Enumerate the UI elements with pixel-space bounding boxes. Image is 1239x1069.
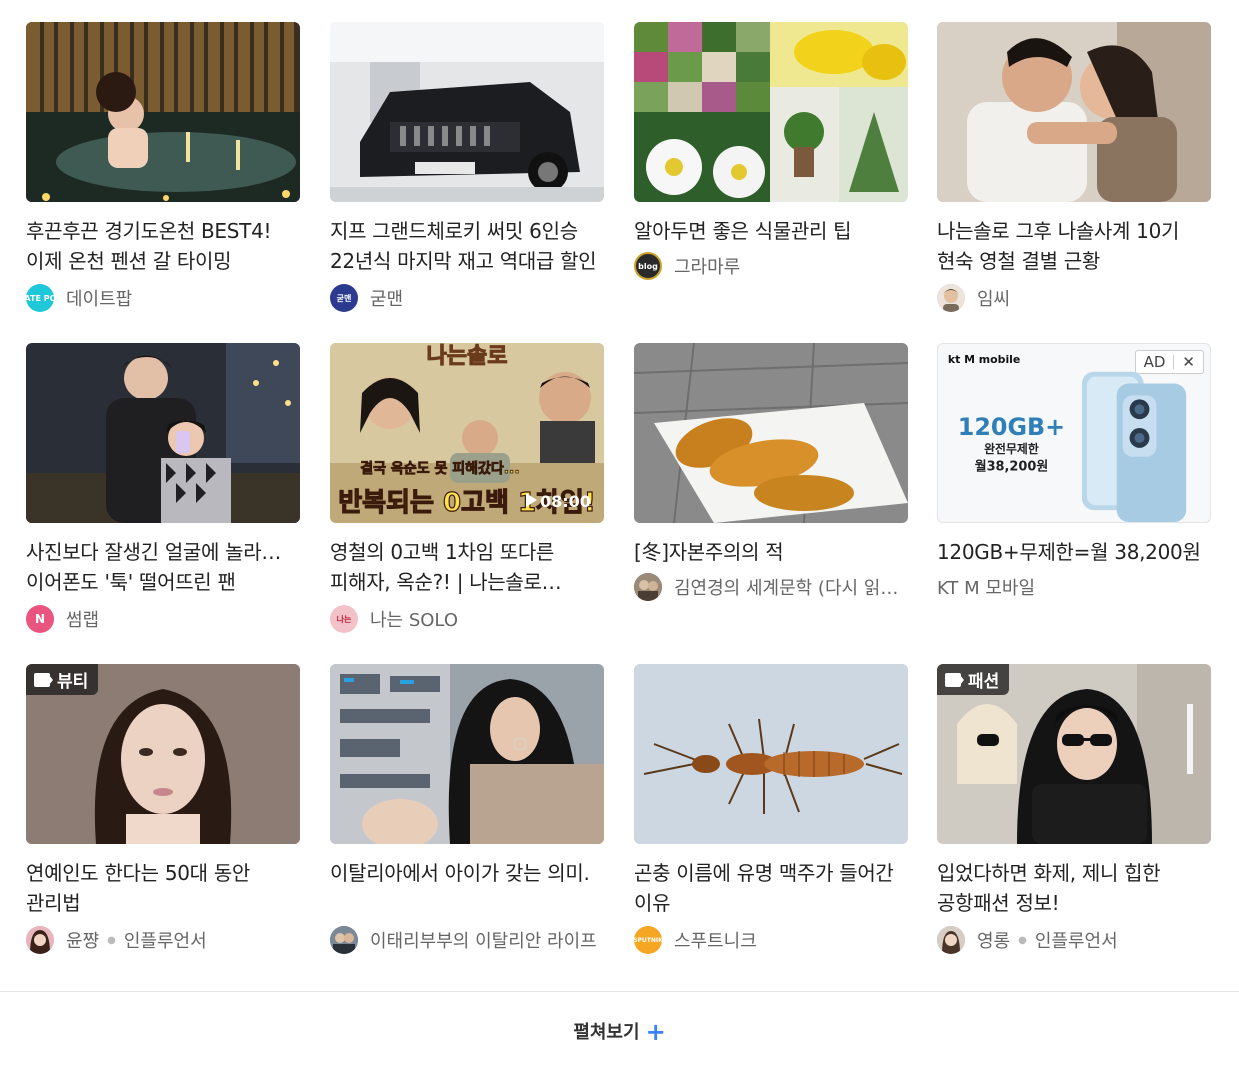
- source-avatar: blog: [634, 252, 662, 280]
- source-avatar: DATE POP: [26, 284, 54, 312]
- card-title[interactable]: 후끈후끈 경기도온천 BEST4! 이제 온천 펜션 갈 타이밍: [26, 216, 300, 276]
- thumbnail-image[interactable]: [634, 22, 908, 202]
- source-name[interactable]: 윤쨩: [66, 927, 99, 953]
- source-name[interactable]: 데이트팝: [66, 285, 132, 311]
- card-title[interactable]: [冬]자본주의의 적: [634, 537, 908, 567]
- source-name[interactable]: 김연경의 세계문학 (다시 읽는 고전): [674, 574, 908, 600]
- thumbnail-image[interactable]: [26, 22, 300, 202]
- category-badge: 패션: [937, 664, 1010, 695]
- content-card[interactable]: 패션 입었다하면 화제, 제니 힙한 공항패션 정보! 영롱 ● 인플루언서: [937, 664, 1211, 954]
- card-source[interactable]: 임씨: [937, 284, 1211, 312]
- thumbnail-image[interactable]: [26, 343, 300, 523]
- card-title[interactable]: 120GB+무제한=월 38,200원: [937, 537, 1211, 567]
- source-avatar: SPUTNIK: [634, 926, 662, 954]
- content-card[interactable]: 나는솔로 그후 나솔사계 10기 현숙 영철 결별 근황 임씨: [937, 22, 1211, 312]
- expand-more-label[interactable]: 펼쳐보기: [573, 1022, 639, 1043]
- card-title[interactable]: 사진보다 잘생긴 얼굴에 놀라… 이어폰도 '툭' 떨어뜨린 팬: [26, 537, 300, 597]
- source-name[interactable]: 나는 SOLO: [370, 606, 458, 632]
- content-card[interactable]: 후끈후끈 경기도온천 BEST4! 이제 온천 펜션 갈 타이밍 DATE PO…: [26, 22, 300, 312]
- source-avatar: [330, 926, 358, 954]
- thumbnail-image[interactable]: [330, 22, 604, 202]
- card-source[interactable]: 윤쨩 ● 인플루언서: [26, 926, 300, 954]
- thumbnail-image[interactable]: [634, 343, 908, 523]
- expand-more-button[interactable]: 펼쳐보기 +: [0, 1018, 1239, 1046]
- thumbnail-overlay-mid: 결국 옥순도 못 피해갔다...: [360, 460, 519, 477]
- source-name[interactable]: 임씨: [977, 285, 1010, 311]
- source-avatar: [937, 926, 965, 954]
- thumbnail-image[interactable]: 나는솔로 결국 옥순도 못 피해갔다... 반복되는 0고백 1차임! 08:0…: [330, 343, 604, 523]
- video-icon: [945, 672, 964, 687]
- video-duration: 08:00: [540, 492, 591, 511]
- ad-subline: 완전무제한: [984, 442, 1039, 456]
- thumbnail-overlay-top: 나는솔로: [427, 344, 508, 369]
- source-avatar: [937, 284, 965, 312]
- card-source[interactable]: SPUTNIK 스푸트니크: [634, 926, 908, 954]
- content-card[interactable]: 곤충 이름에 유명 맥주가 들어간 이유 SPUTNIK 스푸트니크: [634, 664, 908, 954]
- card-source[interactable]: 영롱 ● 인플루언서: [937, 926, 1211, 954]
- content-card[interactable]: [冬]자본주의의 적 김연경의 세계문학 (다시 읽는 고전): [634, 343, 908, 601]
- category-badge: 뷰티: [26, 664, 99, 695]
- ad-brand-logo: kt M mobile: [948, 353, 1020, 366]
- card-source[interactable]: DATE POP 데이트팝: [26, 284, 300, 312]
- section-divider: [0, 991, 1239, 992]
- card-title[interactable]: 입었다하면 화제, 제니 힙한 공항패션 정보!: [937, 858, 1211, 918]
- source-tag: 인플루언서: [1034, 931, 1118, 952]
- card-title[interactable]: 곤충 이름에 유명 맥주가 들어간 이유: [634, 858, 908, 918]
- source-name[interactable]: 그라마루: [674, 253, 740, 279]
- source-avatar: [26, 926, 54, 954]
- card-source[interactable]: blog 그라마루: [634, 252, 908, 280]
- close-icon[interactable]: ✕: [1174, 353, 1203, 371]
- content-card[interactable]: 알아두면 좋은 식물관리 팁 blog 그라마루: [634, 22, 908, 280]
- source-avatar: 나는: [330, 605, 358, 633]
- thumbnail-image[interactable]: 뷰티: [26, 664, 300, 844]
- ad-headline: 120GB+: [958, 413, 1065, 441]
- source-name[interactable]: 썸랩: [66, 606, 99, 632]
- source-tag: 인플루언서: [123, 931, 207, 952]
- card-title[interactable]: 지프 그랜드체로키 써밋 6인승 22년식 마지막 재고 역대급 할인: [330, 216, 604, 276]
- source-name[interactable]: 이태리부부의 이탈리안 라이프: [370, 927, 597, 953]
- plus-icon[interactable]: +: [646, 1018, 666, 1046]
- category-badge-label: 뷰티: [57, 672, 89, 692]
- thumbnail-image[interactable]: [937, 22, 1211, 202]
- category-badge-label: 패션: [968, 672, 1000, 692]
- content-card[interactable]: 이탈리아에서 아이가 갖는 의미. 이태리부부의 이탈리안 라이프: [330, 664, 604, 954]
- card-title[interactable]: 이탈리아에서 아이가 갖는 의미.: [330, 858, 604, 918]
- ad-banner-image[interactable]: kt M mobile 120GB+ 완전무제한 월38,200원 AD ✕: [937, 343, 1211, 523]
- source-name[interactable]: 스푸트니크: [674, 927, 757, 953]
- card-source[interactable]: 김연경의 세계문학 (다시 읽는 고전): [634, 573, 908, 601]
- content-card[interactable]: 뷰티 연예인도 한다는 50대 동안 관리법 윤쨩 ● 인플루언서: [26, 664, 300, 954]
- card-source[interactable]: 굳맨 굳맨: [330, 284, 604, 312]
- source-name[interactable]: 영롱: [977, 927, 1010, 953]
- thumbnail-image[interactable]: 패션: [937, 664, 1211, 844]
- separator-dot: ●: [1018, 934, 1027, 946]
- card-title[interactable]: 영철의 0고백 1차임 또다른 피해자, 옥순?! | 나는솔로 EP.130: [330, 537, 604, 597]
- ad-card[interactable]: kt M mobile 120GB+ 완전무제한 월38,200원 AD ✕ 1…: [937, 343, 1211, 603]
- ad-label-text: AD: [1143, 353, 1166, 371]
- content-card[interactable]: 사진보다 잘생긴 얼굴에 놀라… 이어폰도 '툭' 떨어뜨린 팬 N 썸랩: [26, 343, 300, 633]
- card-source[interactable]: 이태리부부의 이탈리안 라이프: [330, 926, 604, 954]
- card-title[interactable]: 나는솔로 그후 나솔사계 10기 현숙 영철 결별 근황: [937, 216, 1211, 276]
- source-avatar: N: [26, 605, 54, 633]
- ad-advertiser[interactable]: KT M 모바일: [937, 575, 1211, 603]
- content-card[interactable]: 나는솔로 결국 옥순도 못 피해갔다... 반복되는 0고백 1차임! 08:0…: [330, 343, 604, 633]
- card-source[interactable]: N 썸랩: [26, 605, 300, 633]
- card-title[interactable]: 연예인도 한다는 50대 동안 관리법: [26, 858, 300, 918]
- card-title[interactable]: 알아두면 좋은 식물관리 팁: [634, 216, 908, 246]
- ad-price: 월38,200원: [975, 459, 1049, 475]
- content-card[interactable]: 지프 그랜드체로키 써밋 6인승 22년식 마지막 재고 역대급 할인 굳맨 굳…: [330, 22, 604, 312]
- separator-dot: ●: [107, 934, 116, 946]
- source-name[interactable]: 굳맨: [370, 285, 403, 311]
- source-avatar: [634, 573, 662, 601]
- ad-label: AD ✕: [1134, 350, 1204, 374]
- card-source[interactable]: 나는 나는 SOLO: [330, 605, 604, 633]
- thumbnail-image[interactable]: [330, 664, 604, 844]
- thumbnail-image[interactable]: [634, 664, 908, 844]
- video-icon: [34, 672, 53, 687]
- source-avatar: 굳맨: [330, 284, 358, 312]
